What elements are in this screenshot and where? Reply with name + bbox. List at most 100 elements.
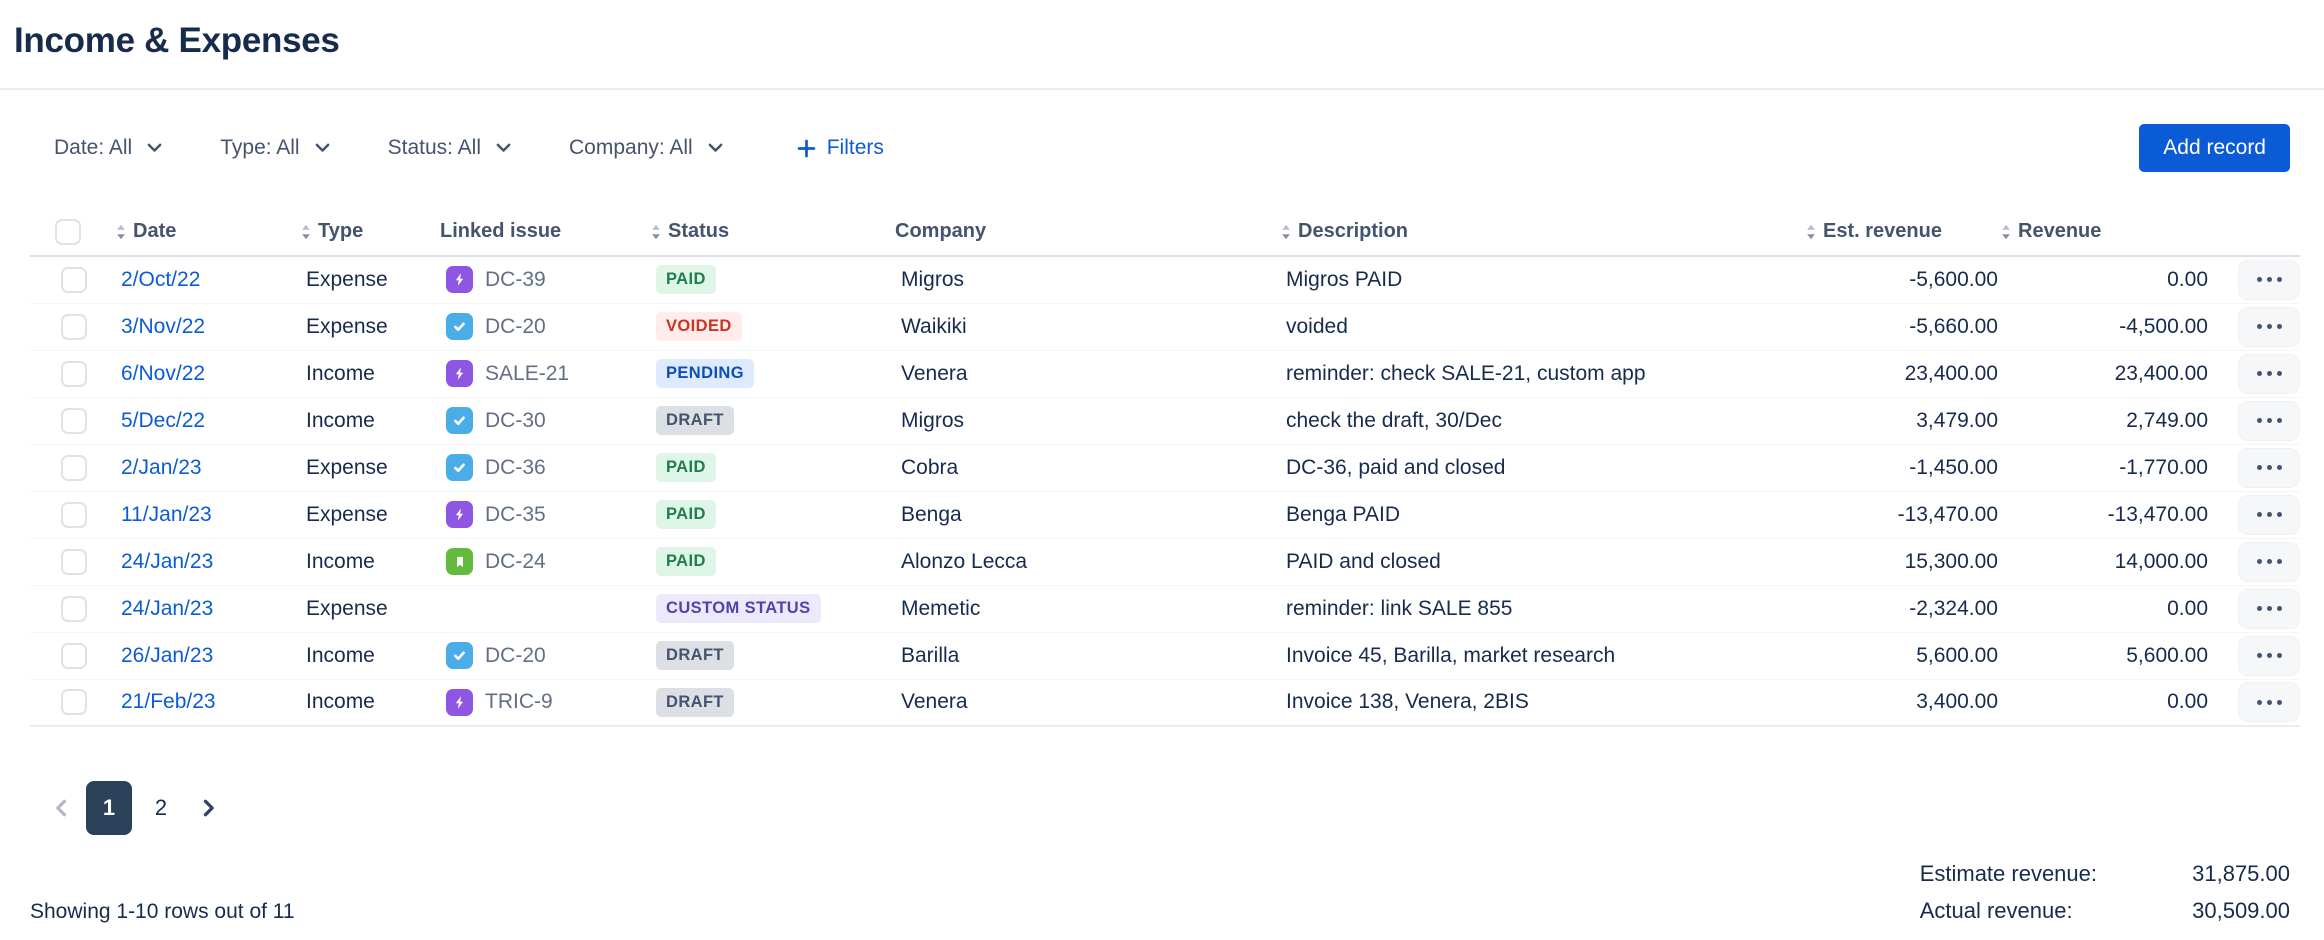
company-cell: Venera [895, 679, 1280, 726]
filter-company[interactable]: Company: All [555, 126, 737, 170]
row-actions-button[interactable] [2238, 307, 2300, 347]
bolt-icon [446, 360, 473, 387]
row-checkbox[interactable] [61, 267, 87, 293]
column-label: Status [668, 220, 729, 243]
row-checkbox[interactable] [61, 689, 87, 715]
type-cell: Income [300, 397, 440, 444]
description-cell: reminder: link SALE 855 [1280, 585, 1805, 632]
row-checkbox[interactable] [61, 455, 87, 481]
plus-icon [797, 139, 816, 158]
sort-icon [115, 224, 127, 240]
row-select-cell [30, 632, 115, 679]
row-actions-button[interactable] [2238, 682, 2300, 722]
column-header-type[interactable]: Type [300, 214, 440, 256]
date-cell: 21/Feb/23 [115, 679, 300, 726]
column-header-date[interactable]: Date [115, 214, 300, 256]
column-header-est_revenue[interactable]: Est. revenue [1805, 214, 2000, 256]
revenue-cell: -4,500.00 [2000, 303, 2210, 350]
page-button-2[interactable]: 2 [138, 781, 184, 835]
row-checkbox[interactable] [61, 408, 87, 434]
row-checkbox[interactable] [61, 314, 87, 340]
sort-icon [1280, 224, 1292, 240]
income-expenses-page: Income & Expenses Date: All Type: All Stat… [0, 20, 2324, 940]
ellipsis-icon [2257, 653, 2282, 658]
actions-cell [2210, 303, 2300, 350]
row-checkbox[interactable] [61, 502, 87, 528]
column-header-revenue[interactable]: Revenue [2000, 214, 2210, 256]
description-cell: Invoice 138, Venera, 2BIS [1280, 679, 1805, 726]
table-header-row: DateTypeLinked issueStatusCompanyDescrip… [30, 214, 2300, 256]
status-badge: DRAFT [656, 688, 734, 717]
bookmark-icon [446, 548, 473, 575]
row-checkbox[interactable] [61, 361, 87, 387]
row-actions-button[interactable] [2238, 495, 2300, 535]
records-table: DateTypeLinked issueStatusCompanyDescrip… [30, 214, 2300, 727]
linked-issue-key: DC-39 [485, 268, 546, 292]
company-cell: Cobra [895, 444, 1280, 491]
column-label: Type [318, 220, 363, 243]
row-checkbox[interactable] [61, 596, 87, 622]
row-actions-button[interactable] [2238, 448, 2300, 488]
status-badge: DRAFT [656, 641, 734, 670]
column-label: Date [133, 220, 176, 243]
page-title: Income & Expenses [14, 20, 2324, 62]
row-checkbox[interactable] [61, 549, 87, 575]
filter-date[interactable]: Date: All [40, 126, 176, 170]
select-all-checkbox[interactable] [55, 219, 81, 245]
toolbar: Date: All Type: All Status: All Company: Al… [40, 124, 2290, 172]
company-cell: Memetic [895, 585, 1280, 632]
column-label: Company [895, 220, 986, 243]
row-actions-button[interactable] [2238, 589, 2300, 629]
bolt-icon [446, 501, 473, 528]
more-filters-button[interactable]: Filters [783, 126, 898, 170]
description-cell: voided [1280, 303, 1805, 350]
row-actions-button[interactable] [2238, 636, 2300, 676]
actions-cell [2210, 397, 2300, 444]
table-row: 3/Nov/22ExpenseDC-20VOIDEDWaikikivoided-… [30, 303, 2300, 350]
revenue-cell: 23,400.00 [2000, 350, 2210, 397]
add-record-button[interactable]: Add record [2139, 124, 2290, 172]
date-cell: 2/Oct/22 [115, 256, 300, 303]
date-link[interactable]: 24/Jan/23 [121, 597, 213, 620]
row-checkbox[interactable] [61, 643, 87, 669]
next-page-button[interactable] [190, 781, 226, 835]
est-revenue-cell: -5,660.00 [1805, 303, 2000, 350]
est-revenue-cell: -13,470.00 [1805, 491, 2000, 538]
type-cell: Income [300, 538, 440, 585]
date-link[interactable]: 3/Nov/22 [121, 315, 205, 338]
type-cell: Expense [300, 444, 440, 491]
sort-icon [2000, 224, 2012, 240]
row-actions-button[interactable] [2238, 542, 2300, 582]
description-cell: check the draft, 30/Dec [1280, 397, 1805, 444]
filter-status[interactable]: Status: All [374, 126, 525, 170]
row-select-cell [30, 444, 115, 491]
date-link[interactable]: 11/Jan/23 [121, 503, 212, 526]
date-link[interactable]: 2/Oct/22 [121, 268, 200, 291]
check-icon [446, 454, 473, 481]
linked-issue-cell: DC-30 [440, 397, 650, 444]
date-link[interactable]: 2/Jan/23 [121, 456, 202, 479]
row-actions-button[interactable] [2238, 401, 2300, 441]
date-link[interactable]: 26/Jan/23 [121, 644, 213, 667]
status-cell: DRAFT [650, 679, 895, 726]
row-actions-button[interactable] [2238, 260, 2300, 300]
table-row: 24/Jan/23ExpenseCUSTOM STATUSMemeticremi… [30, 585, 2300, 632]
ellipsis-icon [2257, 559, 2282, 564]
prev-page-button[interactable] [44, 781, 80, 835]
date-link[interactable]: 21/Feb/23 [121, 690, 216, 713]
date-link[interactable]: 6/Nov/22 [121, 362, 205, 385]
revenue-cell: 2,749.00 [2000, 397, 2210, 444]
revenue-cell: -13,470.00 [2000, 491, 2210, 538]
page-button-1[interactable]: 1 [86, 781, 132, 835]
filter-type[interactable]: Type: All [206, 126, 343, 170]
date-link[interactable]: 5/Dec/22 [121, 409, 205, 432]
row-actions-button[interactable] [2238, 354, 2300, 394]
date-link[interactable]: 24/Jan/23 [121, 550, 213, 573]
linked-issue-key: DC-20 [485, 315, 546, 339]
column-header-status[interactable]: Status [650, 214, 895, 256]
select-all-header [30, 214, 115, 256]
column-header-description[interactable]: Description [1280, 214, 1805, 256]
revenue-cell: 0.00 [2000, 585, 2210, 632]
date-cell: 3/Nov/22 [115, 303, 300, 350]
ellipsis-icon [2257, 512, 2282, 517]
